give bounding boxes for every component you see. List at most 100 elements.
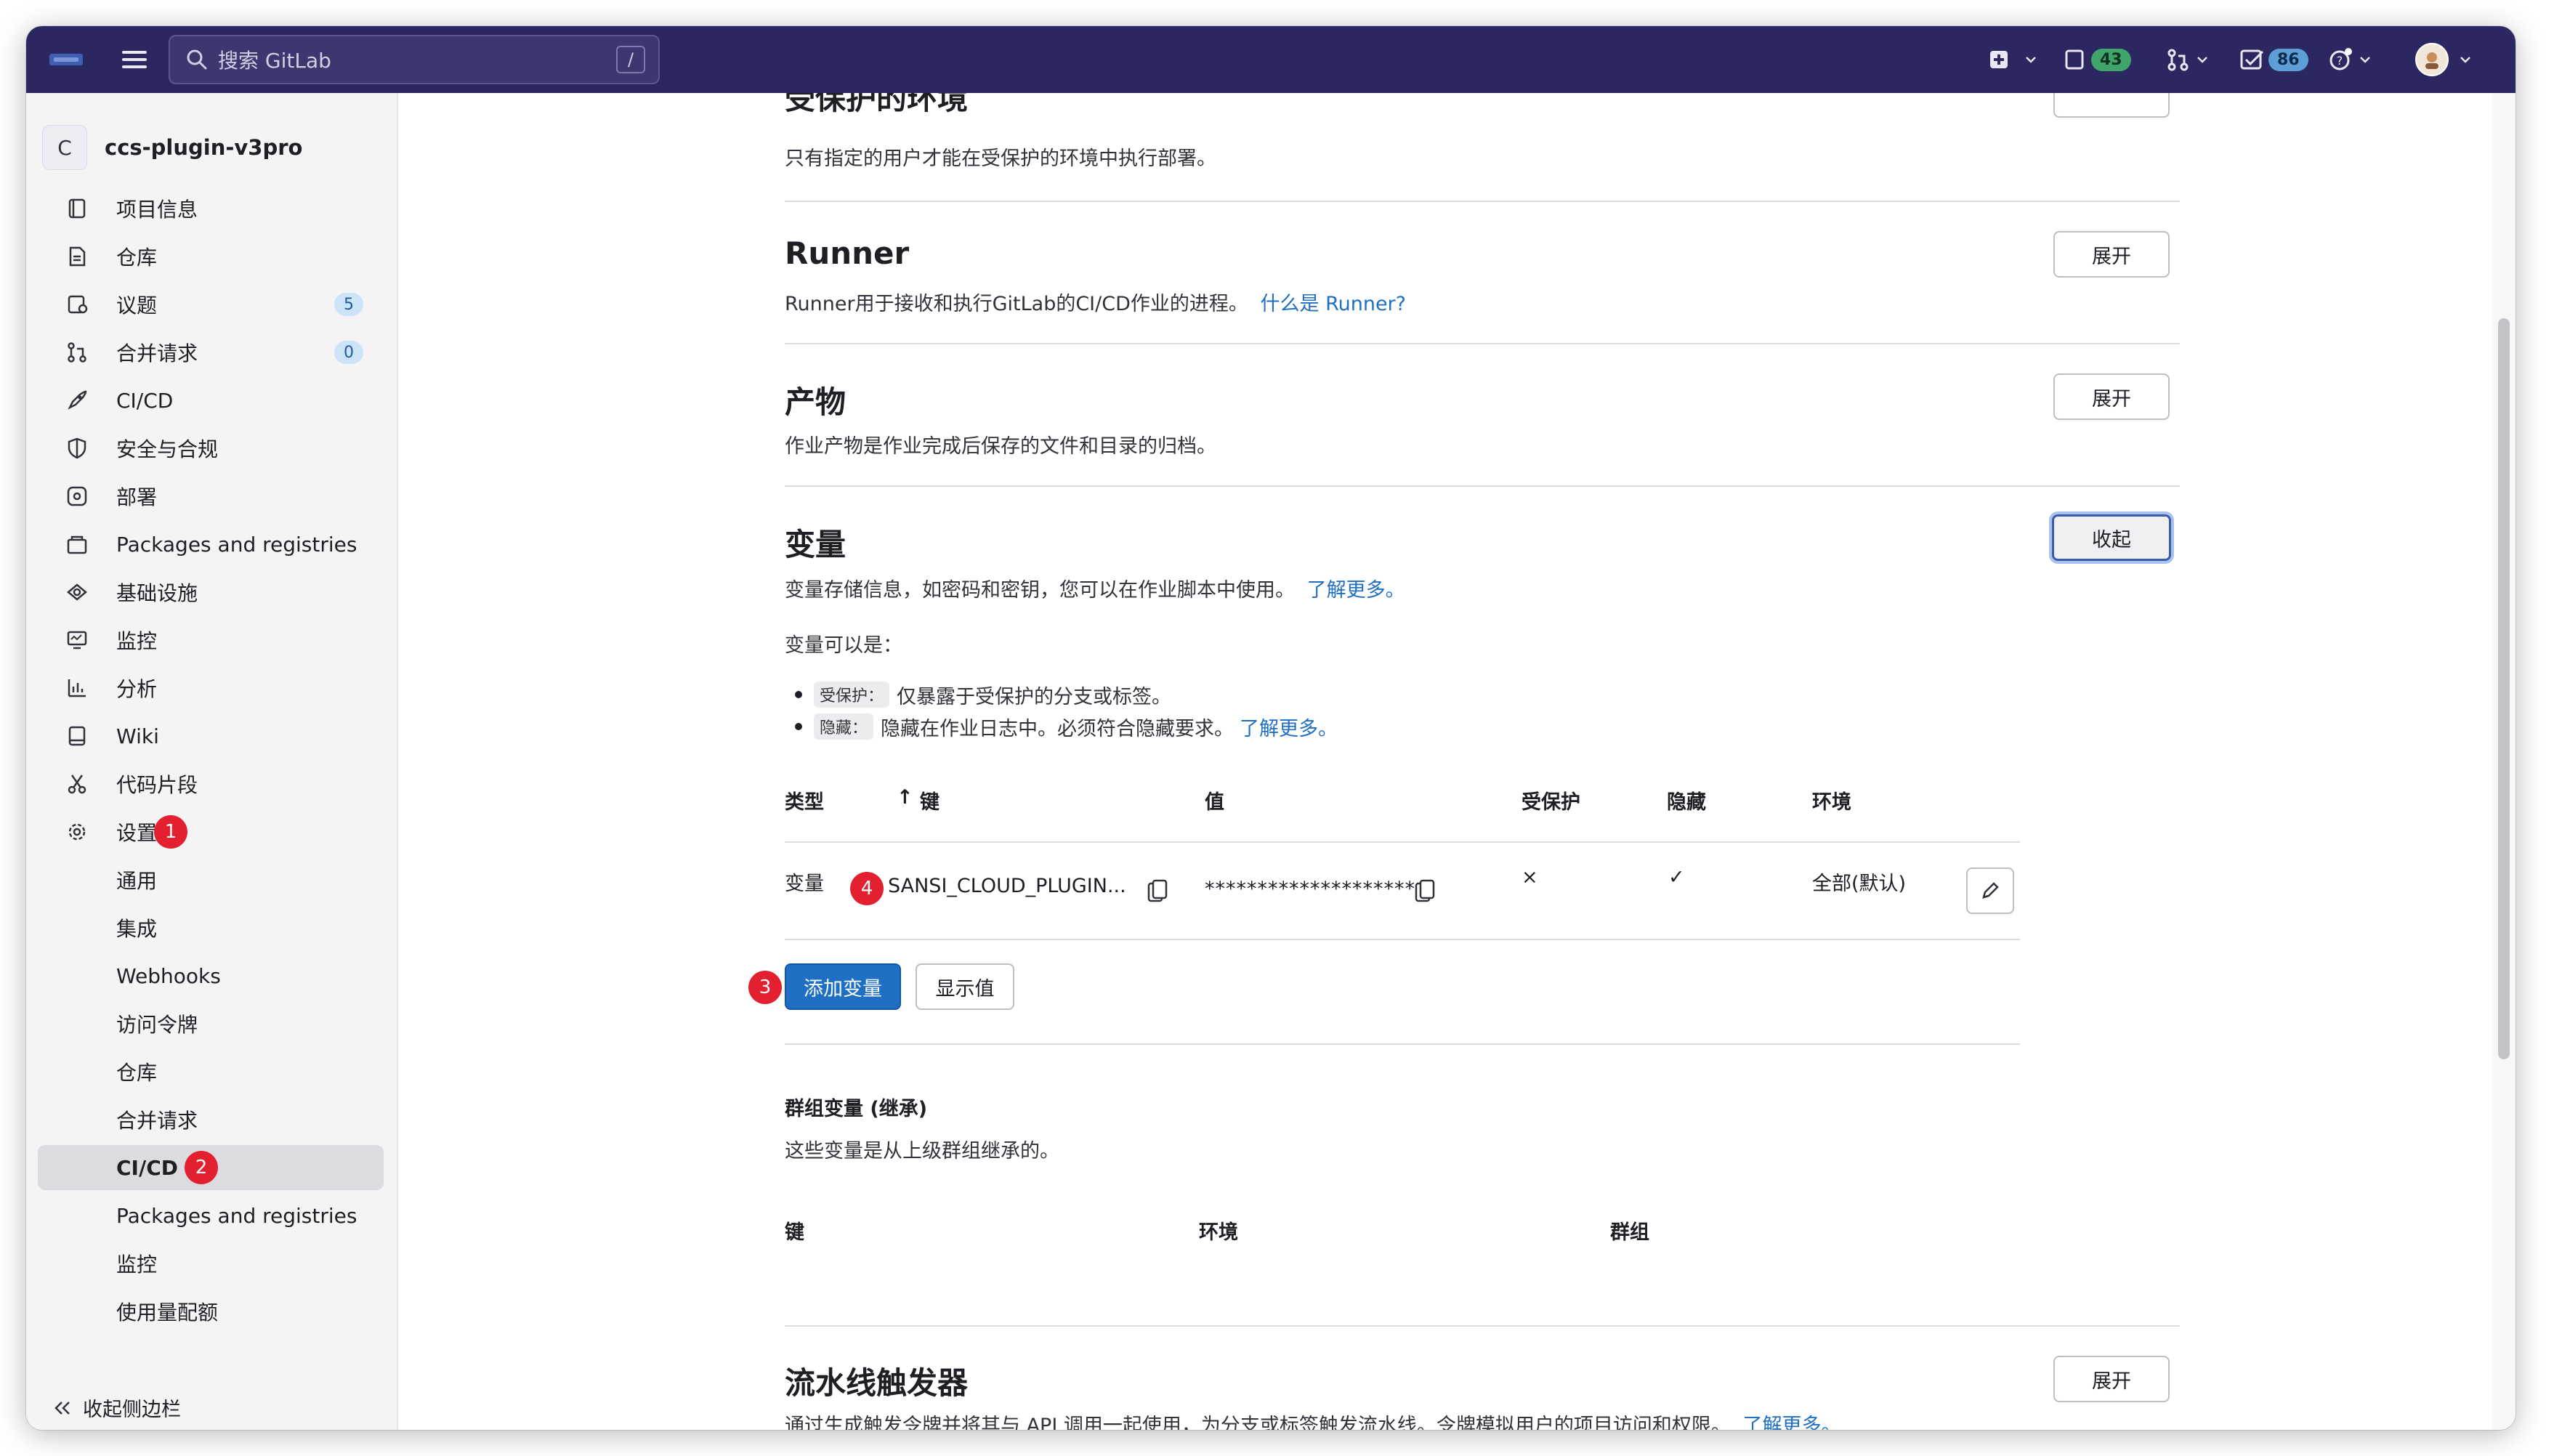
column-header-environment: 环境 bbox=[1812, 791, 1851, 814]
sidebar-subitem-label: Webhooks bbox=[116, 963, 221, 988]
merge-request-icon bbox=[2167, 49, 2189, 71]
search-placeholder: 搜索 GitLab bbox=[218, 49, 331, 73]
sidebar-project-header[interactable]: C ccs-plugin-v3pro bbox=[42, 125, 302, 170]
new-item-dropdown[interactable] bbox=[1988, 26, 2037, 93]
sidebar-item-label: 代码片段 bbox=[116, 773, 198, 797]
pencil-icon bbox=[1982, 882, 1999, 899]
sidebar-item-settings[interactable]: 设置 1 bbox=[38, 809, 384, 854]
help-icon: ? bbox=[2329, 48, 2352, 70]
sidebar-item-issues[interactable]: 议题 5 bbox=[38, 282, 384, 327]
sidebar-subitem-webhooks[interactable]: Webhooks bbox=[38, 953, 384, 998]
sidebar-item-security[interactable]: 安全与合规 bbox=[38, 426, 384, 471]
protected-env-desc: 只有指定的用户才能在受保护的环境中执行部署。 bbox=[785, 147, 1216, 170]
collapse-sidebar-label: 收起侧边栏 bbox=[83, 1399, 181, 1421]
todo-icon bbox=[2240, 49, 2264, 70]
sidebar-item-monitor[interactable]: 监控 bbox=[38, 618, 384, 663]
sidebar-item-snippets[interactable]: 代码片段 bbox=[38, 761, 384, 806]
search-input[interactable]: 搜索 GitLab / bbox=[169, 35, 660, 84]
collapse-sidebar-button[interactable]: 收起侧边栏 bbox=[52, 1394, 181, 1422]
sidebar-item-cicd[interactable]: CI/CD bbox=[38, 378, 384, 423]
sidebar-item-deployments[interactable]: 部署 bbox=[38, 474, 384, 519]
masked-desc: 隐藏在作业日志中。必须符合隐藏要求。 bbox=[881, 717, 1234, 740]
issues-icon bbox=[68, 295, 88, 314]
artifacts-expand-button[interactable]: 展开 bbox=[2053, 373, 2170, 420]
sidebar-subitem-access-tokens[interactable]: 访问令牌 bbox=[38, 1001, 384, 1046]
search-icon bbox=[187, 49, 207, 70]
sidebar-item-infrastructure[interactable]: 基础设施 bbox=[38, 570, 384, 615]
project-name: ccs-plugin-v3pro bbox=[105, 135, 303, 160]
sidebar-item-label: 仓库 bbox=[116, 246, 158, 270]
sidebar-subitem-label: 通用 bbox=[116, 869, 158, 893]
pipeline-triggers-expand-button[interactable]: 展开 bbox=[2053, 1356, 2170, 1402]
sidebar-item-label: Packages and registries bbox=[116, 532, 357, 557]
merge-requests-count-badge: 0 bbox=[334, 341, 363, 364]
sidebar-subitem-label: 监控 bbox=[116, 1253, 158, 1277]
reveal-values-button[interactable]: 显示值 bbox=[916, 963, 1014, 1010]
issues-nav-button[interactable]: 43 bbox=[2064, 26, 2131, 93]
sort-arrow-icon[interactable]: ↑ bbox=[897, 786, 913, 809]
project-avatar: C bbox=[42, 125, 87, 170]
protected-env-expand-button[interactable] bbox=[2053, 93, 2170, 118]
copy-key-icon[interactable] bbox=[1147, 879, 1168, 904]
todos-nav-button[interactable]: 86 bbox=[2239, 26, 2308, 93]
divider bbox=[785, 201, 2180, 202]
sidebar-item-analytics[interactable]: 分析 bbox=[38, 666, 384, 711]
sidebar-subitem-label: CI/CD bbox=[116, 1155, 178, 1180]
sidebar-subitem-repository[interactable]: 仓库 bbox=[38, 1049, 384, 1094]
menu-icon[interactable] bbox=[118, 46, 151, 73]
sidebar-subitem-usage-quotas[interactable]: 使用量配额 bbox=[38, 1289, 384, 1334]
variable-protected-x-icon: × bbox=[1522, 866, 1538, 889]
merge-requests-nav-button[interactable] bbox=[2165, 26, 2209, 93]
sidebar-item-repository[interactable]: 仓库 bbox=[38, 234, 384, 279]
artifacts-desc: 作业产物是作业完成后保存的文件和目录的归档。 bbox=[785, 435, 1216, 458]
column-header-type[interactable]: 类型 bbox=[785, 786, 824, 814]
sidebar-item-wiki[interactable]: Wiki bbox=[38, 713, 384, 759]
sidebar-subitem-integrations[interactable]: 集成 bbox=[38, 905, 384, 950]
chevron-down-icon bbox=[2026, 57, 2036, 63]
sidebar-subitem-packages[interactable]: Packages and registries bbox=[38, 1193, 384, 1238]
gitlab-logo[interactable] bbox=[49, 48, 83, 71]
sidebar-subitem-monitor[interactable]: 监控 bbox=[38, 1241, 384, 1286]
user-menu[interactable] bbox=[2415, 26, 2472, 93]
what-is-runner-link[interactable]: 什么是 Runner? bbox=[1260, 293, 1406, 315]
settings-icon bbox=[68, 823, 86, 841]
sidebar-item-label: 安全与合规 bbox=[116, 437, 219, 461]
triggers-learn-more-link[interactable]: 了解更多。 bbox=[1742, 1415, 1840, 1430]
sidebar-item-project-info[interactable]: 项目信息 bbox=[38, 186, 384, 231]
runner-desc-text: Runner用于接收和执行GitLab的CI/CD作业的进程。 bbox=[785, 293, 1248, 315]
variable-type: 变量 bbox=[785, 873, 824, 895]
sidebar-item-merge-requests[interactable]: 合并请求 0 bbox=[38, 330, 384, 375]
add-variable-button[interactable]: 添加变量 bbox=[785, 963, 901, 1010]
sidebar-item-label: 分析 bbox=[116, 677, 158, 701]
sidebar-item-label: 合并请求 bbox=[116, 341, 198, 365]
scrollbar-thumb[interactable] bbox=[2498, 318, 2510, 1059]
group-variables-desc: 这些变量是从上级群组继承的。 bbox=[785, 1140, 1059, 1162]
double-chevron-left-icon bbox=[54, 1401, 70, 1415]
group-column-header-environment: 环境 bbox=[1199, 1221, 1238, 1244]
runner-expand-button[interactable]: 展开 bbox=[2053, 231, 2170, 278]
pipeline-triggers-title: 流水线触发器 bbox=[785, 1365, 969, 1401]
sidebar-item-label: 项目信息 bbox=[116, 198, 198, 222]
sidebar-subitem-merge-requests[interactable]: 合并请求 bbox=[38, 1097, 384, 1142]
sidebar-item-label: 基础设施 bbox=[116, 581, 198, 605]
sidebar-subitem-label: 访问令牌 bbox=[116, 1013, 198, 1037]
vertical-scrollbar[interactable] bbox=[2492, 93, 2515, 1430]
sidebar-item-label: 设置 bbox=[116, 821, 158, 845]
sidebar-item-packages[interactable]: Packages and registries bbox=[38, 522, 384, 567]
edit-variable-button[interactable] bbox=[1966, 867, 2014, 914]
column-header-key[interactable]: 键 bbox=[920, 786, 939, 814]
step-marker-1: 1 bbox=[154, 815, 187, 849]
group-variables-title: 群组变量 (继承) bbox=[785, 1098, 928, 1120]
sidebar-subitem-general[interactable]: 通用 bbox=[38, 857, 384, 902]
chevron-down-icon bbox=[2460, 57, 2470, 63]
variables-collapse-button[interactable]: 收起 bbox=[2052, 514, 2171, 561]
cloud-gear-icon bbox=[67, 583, 87, 601]
divider bbox=[785, 1043, 2020, 1045]
sidebar-subitem-cicd[interactable]: CI/CD 2 bbox=[38, 1145, 384, 1190]
help-dropdown[interactable]: ? bbox=[2328, 26, 2372, 93]
list-item: 受保护： 仅暴露于受保护的分支或标签。 bbox=[814, 679, 1338, 711]
masked-learn-more-link[interactable]: 了解更多。 bbox=[1240, 713, 1338, 741]
step-marker-4: 4 bbox=[850, 872, 884, 905]
copy-value-icon[interactable] bbox=[1414, 879, 1436, 904]
variables-learn-more-link[interactable]: 了解更多。 bbox=[1307, 579, 1405, 602]
